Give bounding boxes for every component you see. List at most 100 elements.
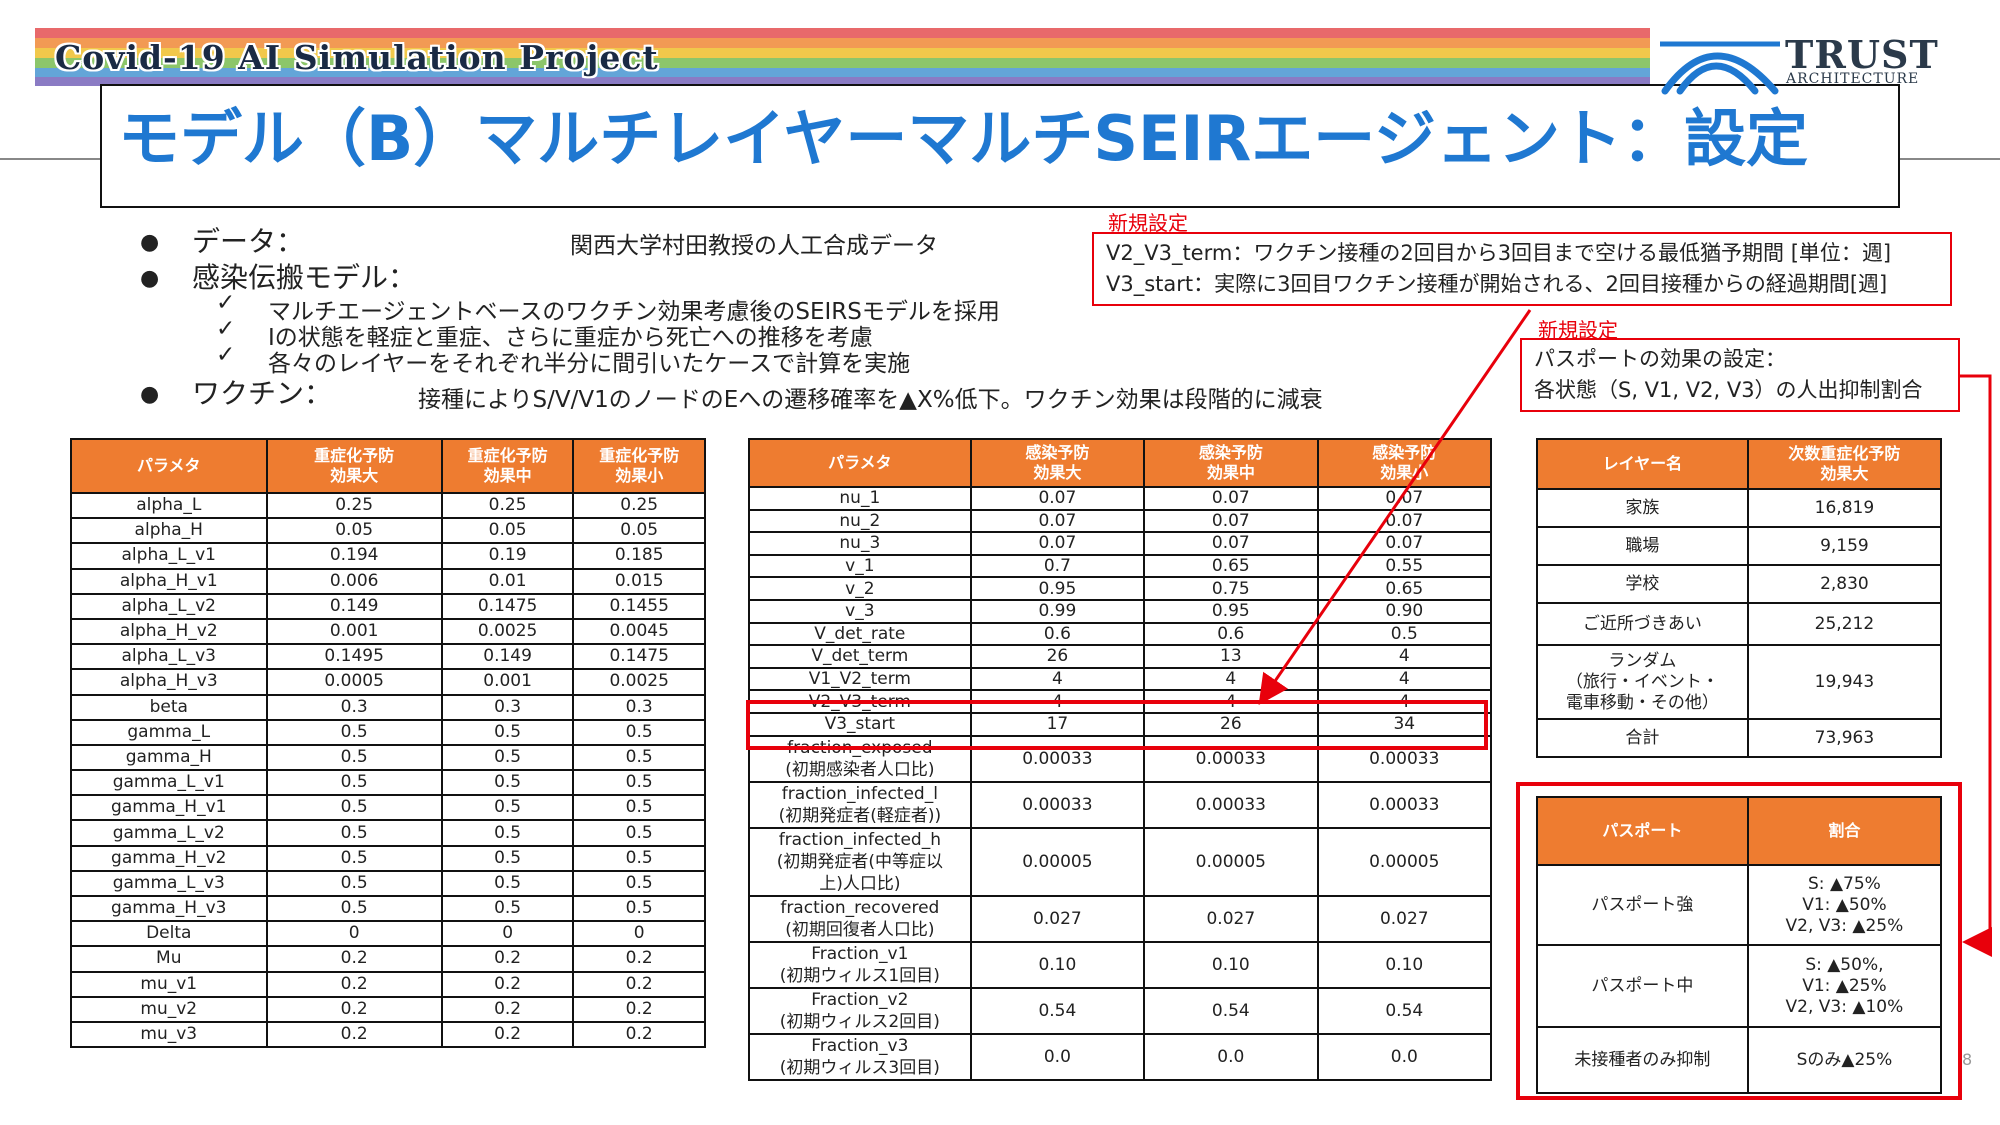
value-cell: 0.2 bbox=[265, 970, 443, 998]
value-cell: 26 bbox=[969, 644, 1146, 669]
value-cell: 0.5 bbox=[440, 794, 575, 822]
value-cell: 0.1475 bbox=[440, 592, 575, 620]
table-row: alpha_H_v1 0.006 0.01 0.015 bbox=[70, 567, 706, 595]
table-row: ご近所づきあい 25,212 bbox=[1536, 602, 1943, 646]
value-cell: 0.0025 bbox=[440, 617, 575, 646]
value-cell: 0.015 bbox=[572, 567, 706, 595]
table-header-row: パラメタ 重症化予防 効果大 重症化予防 効果中 重症化予防 効果小 bbox=[70, 438, 706, 494]
table-row: gamma_H_v1 0.5 0.5 0.5 bbox=[70, 794, 706, 822]
column-header: パスポート bbox=[1536, 796, 1749, 866]
value-cell: 0.07 bbox=[1316, 508, 1493, 534]
value-cell: 0.5 bbox=[265, 894, 443, 923]
value-cell: 0.05 bbox=[572, 517, 706, 545]
parameter-name-cell: Fraction_v2 (初期ウィルス2回目) bbox=[748, 986, 972, 1035]
ratio-cell: Sのみ▲25% bbox=[1746, 1026, 1943, 1094]
value-cell: 0.00033 bbox=[969, 780, 1146, 829]
column-header: 重症化予防 効果小 bbox=[572, 438, 706, 494]
table-row: Fraction_v3 (初期ウィルス3回目) 0.0 0.0 0.0 bbox=[748, 1032, 1493, 1081]
value-cell: 0.6 bbox=[969, 621, 1146, 647]
parameter-name-cell: gamma_H_v2 bbox=[70, 844, 268, 872]
check-icon: ✓ bbox=[216, 342, 236, 368]
table-header-row: パラメタ 感染予防 効果大 感染予防 効果中 感染予防 効果小 bbox=[748, 438, 1493, 488]
note1-line: V2_V3_term：ワクチン接種の2回目から3回目まで空ける最低猶予期間 [単… bbox=[1106, 241, 1892, 265]
value-cell: 0.5 bbox=[572, 743, 706, 772]
table-row: mu_v3 0.2 0.2 0.2 bbox=[70, 1020, 706, 1049]
parameter-name-cell: alpha_H bbox=[70, 517, 268, 545]
value-cell: 0.0045 bbox=[572, 617, 706, 646]
value-cell: 0.2 bbox=[265, 1020, 443, 1049]
parameter-name-cell: gamma_L_v1 bbox=[70, 769, 268, 797]
parameter-name-cell: gamma_H bbox=[70, 743, 268, 772]
value-cell: 4 bbox=[1143, 666, 1319, 692]
value-cell: 0.25 bbox=[265, 491, 443, 520]
parameter-name-cell: gamma_L_v2 bbox=[70, 819, 268, 847]
table-row: fraction_infected_h (初期発症者(中等症以 上)人口比) 0.00… bbox=[748, 826, 1493, 897]
table-row: fraction_infected_l (初期発症者(軽症者)) 0.00033 0.… bbox=[748, 780, 1493, 829]
value-cell: 0 bbox=[440, 920, 575, 948]
value-cell: 0.07 bbox=[969, 531, 1146, 556]
value-cell: 0.2 bbox=[572, 995, 706, 1023]
layer-name-cell: 合計 bbox=[1536, 718, 1749, 758]
value-cell: 0.5 bbox=[265, 743, 443, 772]
rainbow-stripe-red bbox=[35, 28, 1650, 38]
value-cell: 0.2 bbox=[440, 995, 575, 1023]
parameter-name-cell: gamma_H_v1 bbox=[70, 794, 268, 822]
ratio-cell: S: ▲50%, V1: ▲25% V2, V3: ▲10% bbox=[1746, 944, 1943, 1028]
parameter-name-cell: V_det_rate bbox=[748, 621, 972, 647]
value-cell: 0.5 bbox=[440, 718, 575, 746]
parameter-name-cell: Fraction_v3 (初期ウィルス3回目) bbox=[748, 1032, 972, 1081]
layer-name-cell: ランダム （旅行・イベント・ 電車移動・その他） bbox=[1536, 644, 1749, 720]
value-cell: 0.90 bbox=[1316, 598, 1493, 624]
value-cell: 0.95 bbox=[969, 576, 1146, 601]
table-row: Delta 0 0 0 bbox=[70, 920, 706, 948]
value-cell: 0.19 bbox=[440, 542, 575, 570]
value-cell: 0.07 bbox=[1316, 486, 1493, 511]
value-cell: 0.2 bbox=[440, 945, 575, 973]
value-cell: 0.3 bbox=[572, 693, 706, 721]
table-row: Mu 0.2 0.2 0.2 bbox=[70, 945, 706, 973]
note1-line: V3_start：実際に3回目ワクチン接種が開始される、2回目接種からの経過期間… bbox=[1106, 272, 1888, 296]
layer-name-cell: 職場 bbox=[1536, 526, 1749, 566]
bullet-dot: ● bbox=[140, 266, 160, 291]
value-cell: 0.5 bbox=[265, 794, 443, 822]
value-cell: 0.65 bbox=[1143, 553, 1319, 579]
table-row: alpha_L 0.25 0.25 0.25 bbox=[70, 491, 706, 520]
note2-box: パスポートの効果の設定： 各状態（S, V1, V2, V3）の人出抑制割合 bbox=[1520, 338, 1960, 412]
value-cell: 0.6 bbox=[1143, 621, 1319, 647]
value-cell: 0.0005 bbox=[265, 668, 443, 696]
value-cell: 0.2 bbox=[572, 945, 706, 973]
table-row: beta 0.3 0.3 0.3 bbox=[70, 693, 706, 721]
parameter-name-cell: mu_v2 bbox=[70, 995, 268, 1023]
parameter-name-cell: mu_v3 bbox=[70, 1020, 268, 1049]
value-cell: 0.10 bbox=[1316, 940, 1493, 989]
value-cell: 0.5 bbox=[440, 769, 575, 797]
value-cell: 0.194 bbox=[265, 542, 443, 570]
data-value: 関西大学村田教授の人工合成データ bbox=[570, 233, 938, 259]
value-cell: 0.1455 bbox=[572, 592, 706, 620]
value-cell: 0.05 bbox=[440, 517, 575, 545]
table-row: fraction_recovered (初期回復者人口比) 0.027 0.027 0.… bbox=[748, 894, 1493, 943]
value-cell: 0.3 bbox=[265, 693, 443, 721]
column-header: 次数重症化予防 効果大 bbox=[1746, 438, 1943, 490]
column-header: 重症化予防 効果中 bbox=[440, 438, 575, 494]
column-header: 感染予防 効果中 bbox=[1143, 438, 1319, 488]
value-cell: 0.0 bbox=[969, 1032, 1146, 1081]
value-cell: 0.2 bbox=[265, 945, 443, 973]
value-cell: 0.07 bbox=[1316, 531, 1493, 556]
parameter-name-cell: Delta bbox=[70, 920, 268, 948]
value-cell: 0.149 bbox=[265, 592, 443, 620]
layer-name-cell: 学校 bbox=[1536, 564, 1749, 604]
value-cell: 4 bbox=[969, 666, 1146, 692]
value-cell: 0.55 bbox=[1316, 553, 1493, 579]
value-cell: 0.5 bbox=[572, 869, 706, 898]
value-cell: 0.5 bbox=[572, 794, 706, 822]
value-cell: 0.2 bbox=[572, 1020, 706, 1049]
value-cell: 0.7 bbox=[969, 553, 1146, 579]
vaccine-value: 接種によりS/V/V1のノードのEへの遷移確率を▲X%低下。ワクチン効果は段階的… bbox=[418, 387, 1323, 413]
value-cell: 0.07 bbox=[1143, 531, 1319, 556]
layer-name-cell: ご近所づきあい bbox=[1536, 602, 1749, 646]
bullet-dot: ● bbox=[140, 382, 160, 407]
value-cell: 0.027 bbox=[969, 894, 1146, 943]
table-row: gamma_L_v2 0.5 0.5 0.5 bbox=[70, 819, 706, 847]
table-row: ランダム （旅行・イベント・ 電車移動・その他） 19,943 bbox=[1536, 644, 1943, 720]
